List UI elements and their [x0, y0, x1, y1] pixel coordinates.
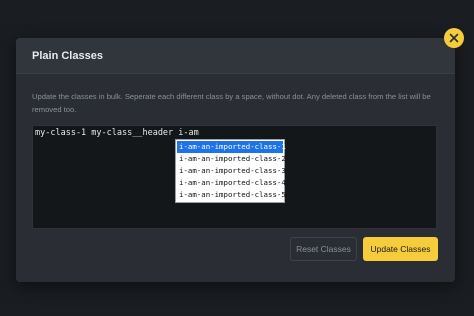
classes-editor[interactable]: my-class-1 my-class__header i-am i-am-an… [32, 125, 437, 229]
modal-header: Plain Classes [16, 38, 455, 74]
close-button[interactable] [444, 28, 464, 48]
autocomplete-item[interactable]: i-am-an-imported-class-4 [177, 177, 286, 189]
close-icon [449, 33, 459, 43]
update-classes-button[interactable]: Update Classes [363, 237, 438, 261]
autocomplete-item[interactable]: i-am-an-imported-class-5 [177, 189, 286, 201]
plain-classes-modal: Plain Classes Update the classes in bulk… [16, 38, 455, 282]
autocomplete-item[interactable]: i-am-an-imported-class-1 [177, 141, 286, 153]
autocomplete-item[interactable]: i-am-an-imported-class-2 [177, 153, 286, 165]
autocomplete-dropdown: i-am-an-imported-class-1 i-am-an-importe… [175, 139, 286, 203]
modal-title: Plain Classes [32, 49, 103, 62]
modal-description: Update the classes in bulk. Seperate eac… [32, 92, 431, 114]
autocomplete-item[interactable]: i-am-an-imported-class-3 [177, 165, 286, 177]
editor-text[interactable]: my-class-1 my-class__header i-am [35, 128, 199, 138]
reset-classes-button[interactable]: Reset Classes [290, 237, 357, 261]
